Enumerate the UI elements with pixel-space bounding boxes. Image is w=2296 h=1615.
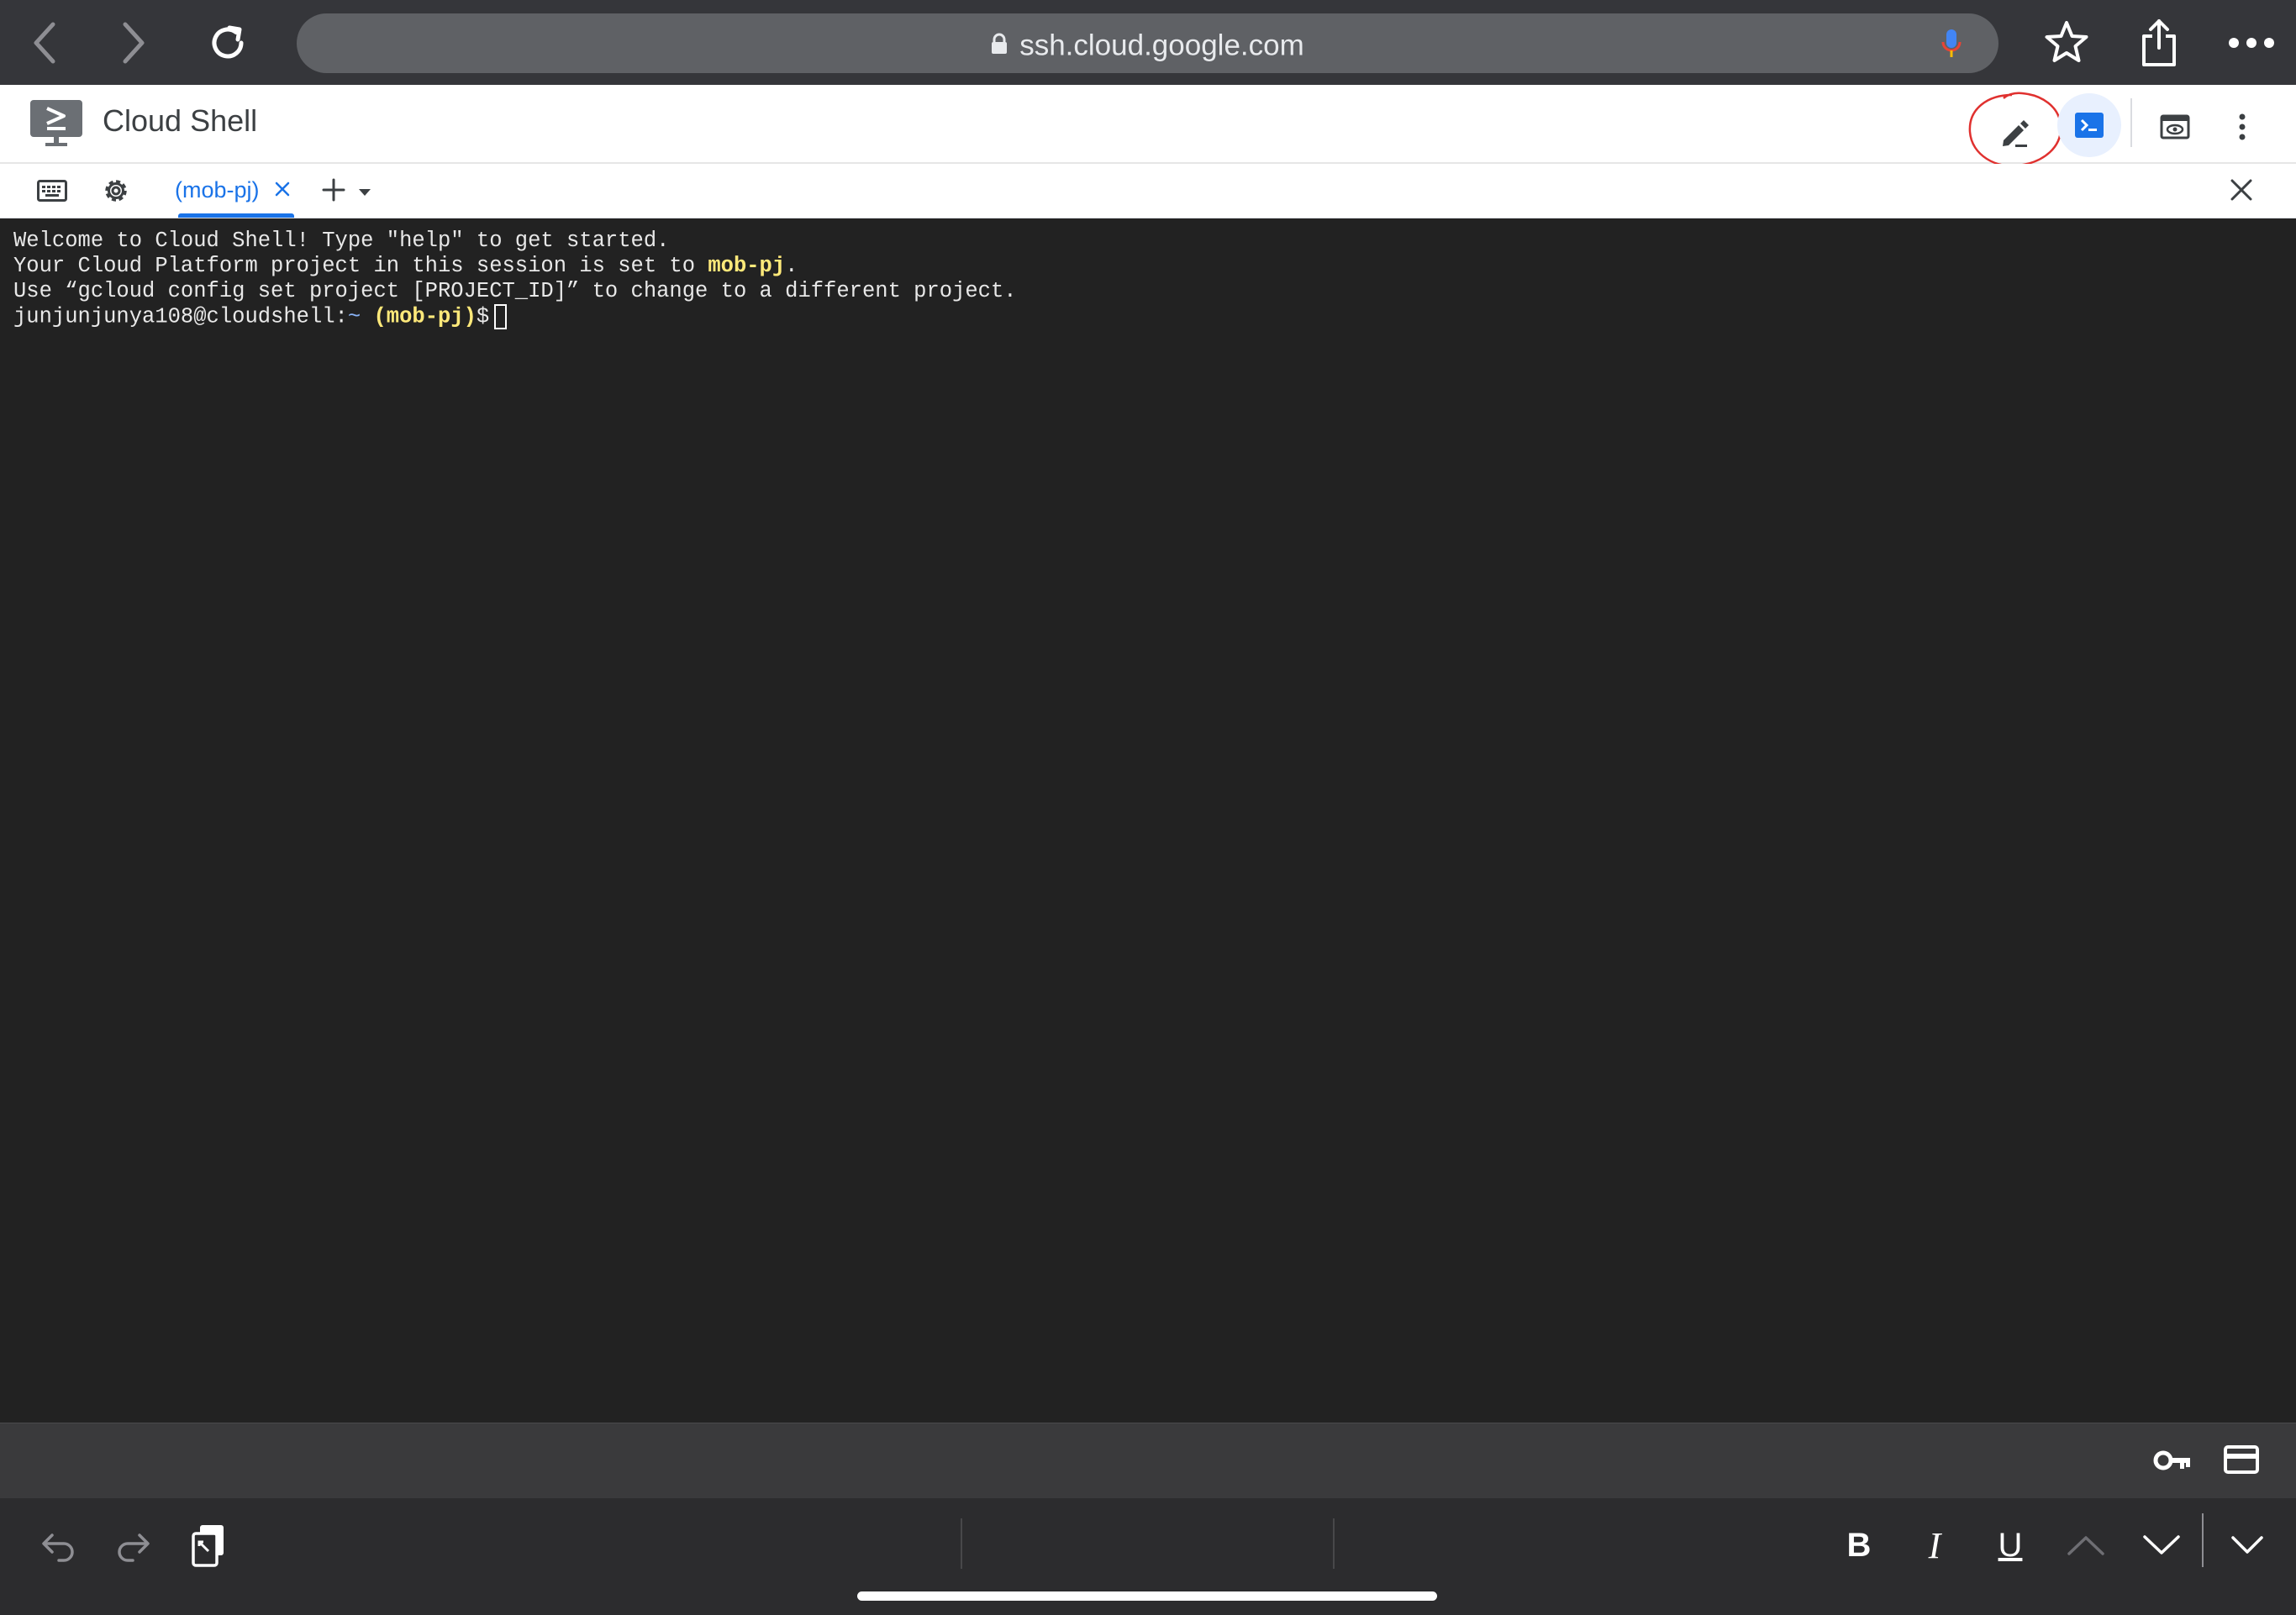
toolbar-divider <box>961 1518 962 1569</box>
open-editor-button[interactable] <box>1985 103 2044 162</box>
url-text: ssh.cloud.google.com <box>1019 29 1304 62</box>
previous-field-button[interactable] <box>2061 1520 2111 1570</box>
close-panel-button[interactable] <box>2229 177 2254 207</box>
close-tab-icon[interactable] <box>274 181 291 202</box>
open-terminal-button[interactable] <box>2057 93 2121 157</box>
tab-label: (mob-pj) <box>175 177 260 203</box>
italic-label: I <box>1928 1524 1941 1566</box>
underline-button[interactable]: U <box>1985 1520 2035 1570</box>
underline-label: U <box>1998 1526 2023 1564</box>
forward-button[interactable] <box>108 17 160 69</box>
share-icon <box>2142 19 2176 66</box>
terminal-text: Your Cloud Platform project in this sess… <box>13 254 708 278</box>
plus-icon <box>322 178 345 202</box>
gear-icon <box>105 180 127 202</box>
toolbar-divider <box>1333 1518 1335 1569</box>
terminal-line: Welcome to Cloud Shell! Type "help" to g… <box>13 229 670 253</box>
bold-label: B <box>1846 1526 1872 1564</box>
undo-icon <box>42 1533 74 1562</box>
add-tab-dropdown[interactable] <box>358 186 371 201</box>
redo-icon <box>118 1533 150 1562</box>
close-icon <box>2230 179 2252 201</box>
terminal-tab-bar: (mob-pj) <box>0 164 2296 218</box>
web-preview-button[interactable] <box>2148 100 2202 154</box>
keyboard-shortcut-bar: B I U <box>0 1498 2296 1615</box>
web-preview-icon <box>2160 114 2190 139</box>
terminal-line: Use “gcloud config set project [PROJECT_… <box>13 279 1017 303</box>
undo-button[interactable] <box>34 1520 84 1570</box>
clipboard-icon <box>192 1525 224 1567</box>
pencil-icon <box>2003 120 2029 147</box>
lock-icon <box>991 15 1008 75</box>
kebab-menu-icon <box>2239 113 2246 140</box>
keyboard-icon <box>37 180 67 202</box>
chevron-up-icon <box>2067 1536 2104 1555</box>
prompt-user: junjunjunya108@cloudshell: <box>13 304 348 329</box>
star-icon <box>2045 21 2088 62</box>
browser-toolbar: ssh.cloud.google.com <box>0 0 2296 85</box>
share-button[interactable] <box>2133 17 2185 69</box>
cloud-shell-logo-icon <box>30 100 82 151</box>
header-divider <box>2130 98 2132 147</box>
bookmark-button[interactable] <box>2041 17 2093 69</box>
keyboard-accessory-bar <box>0 1423 2296 1499</box>
bold-button[interactable]: B <box>1834 1520 1884 1570</box>
terminal-prompt-line[interactable]: junjunjunya108@cloudshell:~ (mob-pj)$ <box>13 304 2283 330</box>
terminal-text: . <box>785 254 798 278</box>
prompt-project: (mob-pj) <box>373 304 477 329</box>
terminal-output[interactable]: Welcome to Cloud Shell! Type "help" to g… <box>0 218 2296 1423</box>
address-bar[interactable]: ssh.cloud.google.com <box>297 13 1998 73</box>
more-options-button[interactable] <box>2225 17 2278 69</box>
back-button[interactable] <box>18 17 71 69</box>
reload-button[interactable] <box>202 17 254 69</box>
add-tab-button[interactable] <box>321 177 346 207</box>
prompt-symbol: $ <box>476 304 490 329</box>
project-id-text: mob-pj <box>708 254 786 278</box>
terminal-line: Your Cloud Platform project in this sess… <box>13 254 2283 279</box>
next-field-button[interactable] <box>2136 1520 2187 1570</box>
keyboard-button[interactable] <box>34 174 71 208</box>
italic-button[interactable]: I <box>1909 1520 1960 1570</box>
back-arrow-icon <box>34 22 55 64</box>
redo-button[interactable] <box>108 1520 158 1570</box>
tab-mob-pj[interactable]: (mob-pj) <box>168 164 294 218</box>
cloud-shell-header: Cloud Shell <box>0 85 2296 167</box>
dismiss-keyboard-button[interactable] <box>2222 1520 2272 1570</box>
chevron-down-icon <box>2231 1536 2263 1554</box>
terminal-cursor <box>494 304 508 329</box>
microphone-icon[interactable] <box>1941 29 1962 63</box>
password-key-icon[interactable] <box>2153 1449 2192 1476</box>
caret-down-icon <box>359 189 371 196</box>
paste-button[interactable] <box>183 1520 234 1570</box>
chevron-down-icon <box>2143 1535 2180 1555</box>
reload-icon <box>212 25 244 59</box>
prompt-directory: ~ <box>347 304 361 329</box>
ellipsis-icon <box>2229 38 2274 48</box>
forward-arrow-icon <box>123 22 145 64</box>
active-tab-indicator <box>178 213 294 218</box>
settings-button[interactable] <box>97 172 134 209</box>
page-title: Cloud Shell <box>103 103 258 138</box>
home-indicator[interactable] <box>857 1591 1437 1601</box>
more-menu-button[interactable] <box>2215 100 2269 154</box>
toolbar-divider <box>2202 1513 2204 1567</box>
credit-card-icon[interactable] <box>2224 1445 2259 1478</box>
terminal-icon <box>2075 113 2104 138</box>
